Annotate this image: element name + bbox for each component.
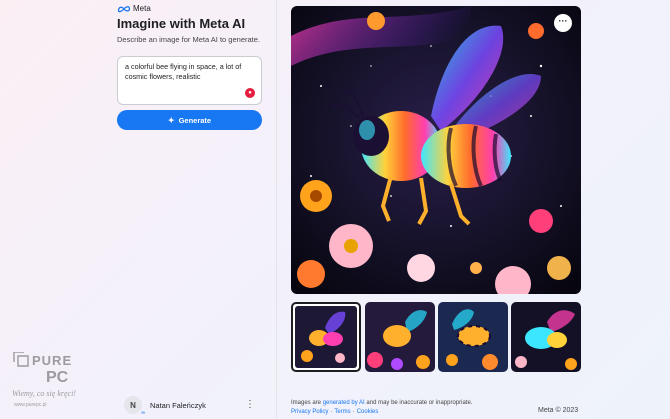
user-profile[interactable]: N ∞ Natan Faleńczyk	[124, 396, 206, 416]
ai-disclaimer: Images are generated by AI and may be in…	[291, 400, 473, 406]
thumbnail-3-image	[438, 302, 508, 372]
privacy-policy-link[interactable]: Privacy Policy	[291, 409, 328, 415]
svg-text:Wiemy, co się kręci!: Wiemy, co się kręci!	[12, 389, 76, 398]
page-subtitle: Describe an image for Meta AI to generat…	[117, 35, 260, 44]
meta-brand[interactable]: Meta	[117, 4, 151, 13]
cookies-link[interactable]: Cookies	[357, 409, 379, 415]
user-name: Natan Faleńczyk	[150, 400, 206, 410]
prompt-text: a colorful bee flying in space, a lot of…	[125, 62, 242, 81]
bee-image	[291, 6, 581, 294]
svg-text:PURE: PURE	[32, 353, 72, 368]
generated-image[interactable]	[291, 6, 581, 294]
kebab-icon[interactable]: ⋮	[245, 398, 255, 412]
svg-text:PC: PC	[46, 369, 69, 386]
page-title: Imagine with Meta AI	[117, 16, 246, 31]
footer-links: Privacy Policy · Terms · Cookies	[291, 409, 379, 415]
generate-button-label: Generate	[178, 115, 212, 125]
generate-button[interactable]: ✦ Generate	[117, 110, 262, 130]
thumbnail-4-image	[511, 302, 581, 372]
generated-by-ai-link[interactable]: generated by AI	[323, 400, 365, 406]
meta-badge-icon: ∞	[141, 410, 145, 416]
thumbnail-2-image	[365, 302, 435, 372]
prompt-input[interactable]: a colorful bee flying in space, a lot of…	[117, 56, 262, 105]
thumbnail-2[interactable]	[365, 302, 435, 372]
meta-infinity-icon	[117, 5, 131, 12]
more-options-icon[interactable]: ···	[554, 14, 572, 32]
thumbnail-1-image	[295, 306, 357, 368]
thumbnail-1[interactable]	[291, 302, 361, 372]
copyright: Meta © 2023	[538, 407, 579, 414]
avatar[interactable]: N ∞	[124, 396, 145, 416]
terms-link[interactable]: Terms	[334, 409, 350, 415]
microphone-icon[interactable]: ●	[245, 88, 255, 98]
svg-text:www.purepc.pl: www.purepc.pl	[14, 402, 47, 408]
thumbnail-strip	[291, 302, 581, 372]
brand-name: Meta	[133, 4, 151, 13]
thumbnail-3[interactable]	[438, 302, 508, 372]
sparkle-icon: ✦	[167, 115, 175, 125]
left-panel: Meta Imagine with Meta AI Describe an im…	[0, 0, 277, 419]
thumbnail-4[interactable]	[511, 302, 581, 372]
purepc-watermark-logo: PURE PC Wiemy, co się kręci! www.purepc.…	[12, 352, 76, 408]
